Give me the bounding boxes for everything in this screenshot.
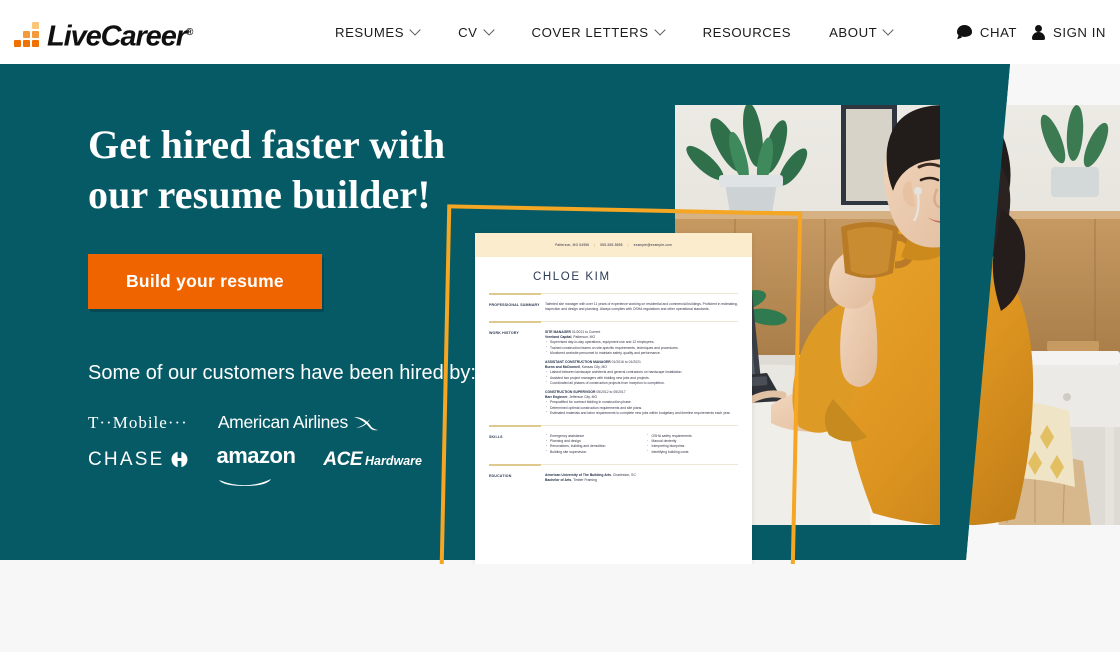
logo-chase: CHASE bbox=[88, 449, 188, 471]
build-your-resume-button[interactable]: Build your resume bbox=[88, 254, 322, 309]
logo-amazon: amazon bbox=[216, 443, 296, 486]
chat-icon bbox=[956, 25, 972, 39]
customer-logos: T··Mobile··· American Airlines CHASE ama… bbox=[88, 412, 428, 486]
landing-page: LiveCareer® RESUMES CV COVER LETTERS RES… bbox=[0, 0, 1120, 652]
resume-education-body: American University of The Building Arts… bbox=[545, 473, 738, 484]
eagle-icon bbox=[353, 415, 379, 431]
skill-item: Identifying building costs bbox=[647, 449, 739, 455]
job-location: Patterson, MO bbox=[573, 335, 596, 340]
nav-item-about[interactable]: ABOUT bbox=[810, 0, 912, 64]
page-bottom-area bbox=[0, 564, 1120, 652]
amazon-text: amazon bbox=[216, 443, 296, 468]
resume-job: CONSTRUCTION SUPERVISOR 05/2012 to 05/20… bbox=[545, 390, 738, 416]
chevron-down-icon bbox=[884, 26, 893, 35]
skill-item: Building site supervision bbox=[545, 449, 637, 455]
nav-label-cv: CV bbox=[458, 24, 478, 40]
sign-in-button[interactable]: SIGN IN bbox=[1031, 24, 1106, 40]
job-location: Jefferson City, MO bbox=[569, 395, 598, 400]
job-location: Kansas City, MO bbox=[581, 365, 607, 370]
job-bullet: Estimated materials and labor requiremen… bbox=[545, 410, 738, 416]
resume-job: ASSISTANT CONSTRUCTION MANAGER 01/2016 t… bbox=[545, 360, 738, 386]
ace-hardware-text: Hardware bbox=[365, 453, 422, 468]
resume-section-work-history: WORK HISTORY SITE MANAGER 01/2021 to Cur… bbox=[489, 323, 738, 416]
nav-label-about: ABOUT bbox=[829, 24, 878, 40]
nav-item-resumes[interactable]: RESUMES bbox=[335, 0, 439, 64]
job-bullet: Monitored worksite personnel to maintain… bbox=[545, 350, 738, 356]
resume-skills-label: SKILLS bbox=[489, 434, 503, 439]
resume-section-education: EDUCATION American University of The Bui… bbox=[489, 466, 738, 484]
education-field: , Timber Framing bbox=[571, 477, 597, 482]
job-bullet: Coordinated all phases of construction p… bbox=[545, 380, 738, 386]
skills-column-left: Emergency assistance Planning and design… bbox=[545, 433, 637, 455]
livecareer-logo[interactable]: LiveCareer® bbox=[14, 15, 194, 53]
header-actions: CHAT SIGN IN bbox=[956, 0, 1106, 64]
resume-email: example@example.com bbox=[633, 243, 672, 247]
resume-summary-text: Talented site manager with over 11 years… bbox=[545, 301, 738, 311]
nav-label-resources: RESOURCES bbox=[702, 24, 792, 40]
logo-tmobile: T··Mobile··· bbox=[88, 412, 188, 432]
main-nav: RESUMES CV COVER LETTERS RESOURCES ABOUT bbox=[335, 0, 912, 64]
user-icon bbox=[1031, 24, 1045, 40]
resume-preview-card[interactable]: Patterson, MO 64956 | 555-555-5555 | example… bbox=[475, 233, 752, 564]
education-school: American University of The Building Arts bbox=[545, 472, 612, 477]
nav-item-cover-letters[interactable]: COVER LETTERS bbox=[513, 0, 684, 64]
logo-registered-mark: ® bbox=[185, 27, 194, 39]
job-company: Vreeland Capital bbox=[545, 335, 572, 340]
hero-headline: Get hired faster with our resume builder… bbox=[88, 122, 446, 217]
resume-contact-line: Patterson, MO 64956 | 555-555-5555 | example… bbox=[555, 243, 672, 247]
nav-label-cover-letters: COVER LETTERS bbox=[531, 24, 649, 40]
ace-text: ACE bbox=[323, 448, 363, 470]
job-title: CONSTRUCTION SUPERVISOR bbox=[545, 389, 596, 394]
education-degree: Bachelor of Arts bbox=[545, 477, 572, 482]
resume-skills-columns: Emergency assistance Planning and design… bbox=[545, 433, 739, 455]
resume-name: CHLOE KIM bbox=[533, 271, 611, 283]
logo-text: LiveCareer bbox=[47, 21, 187, 53]
chevron-down-icon bbox=[411, 26, 420, 35]
job-dates: 01/2016 to 01/2021 bbox=[611, 359, 641, 364]
job-company: Barr Engineer bbox=[545, 395, 568, 400]
amazon-smile-icon bbox=[218, 467, 274, 486]
nav-item-cv[interactable]: CV bbox=[439, 0, 512, 64]
logo-ace-hardware: ACE Hardware bbox=[323, 449, 422, 471]
chase-octagon-icon bbox=[171, 451, 188, 468]
hero-section: Patterson, MO 64956 | 555-555-5555 | example… bbox=[0, 64, 1120, 564]
resume-section-summary: PROFESSIONAL SUMMARY Talented site manag… bbox=[489, 295, 738, 313]
logo-american-airlines: American Airlines bbox=[218, 412, 379, 433]
sign-in-label: SIGN IN bbox=[1053, 24, 1106, 40]
chat-label: CHAT bbox=[979, 24, 1018, 40]
logo-blocks-icon bbox=[14, 22, 44, 49]
resume-section-skills: SKILLS Emergency assistance Planning and… bbox=[489, 427, 738, 455]
nav-item-resources[interactable]: RESOURCES bbox=[684, 0, 811, 64]
job-title: ASSISTANT CONSTRUCTION MANAGER bbox=[545, 359, 611, 364]
chat-button[interactable]: CHAT bbox=[956, 24, 1018, 40]
site-header: LiveCareer® RESUMES CV COVER LETTERS RES… bbox=[0, 0, 1120, 64]
chevron-down-icon bbox=[485, 26, 494, 35]
resume-location: Patterson, MO 64956 bbox=[555, 243, 590, 247]
skills-column-right: OSHA safety requirements Manual dexterit… bbox=[647, 433, 739, 455]
chevron-down-icon bbox=[656, 26, 665, 35]
resume-job: SITE MANAGER 01/2021 to Current Vreeland… bbox=[545, 330, 738, 356]
job-dates: 05/2012 to 05/2017 bbox=[596, 389, 626, 394]
american-airlines-text: American Airlines bbox=[217, 412, 348, 432]
resume-work-label: WORK HISTORY bbox=[489, 330, 519, 335]
logo-wordmark: LiveCareer® bbox=[47, 20, 194, 53]
resume-summary-label: PROFESSIONAL SUMMARY bbox=[489, 302, 540, 307]
nav-label-resumes: RESUMES bbox=[335, 24, 405, 40]
resume-phone: 555-555-5555 bbox=[600, 243, 623, 247]
resume-contact-band: Patterson, MO 64956 | 555-555-5555 | example… bbox=[475, 233, 752, 257]
resume-education-label: EDUCATION bbox=[489, 473, 512, 478]
education-location: , Charleston, SC bbox=[611, 472, 636, 477]
resume-jobs: SITE MANAGER 01/2021 to Current Vreeland… bbox=[545, 330, 738, 416]
job-company: Burns and McDonnell bbox=[545, 365, 580, 370]
chase-text: CHASE bbox=[88, 448, 165, 470]
job-title: SITE MANAGER bbox=[545, 329, 571, 334]
job-dates: 01/2021 to Current bbox=[571, 329, 601, 334]
